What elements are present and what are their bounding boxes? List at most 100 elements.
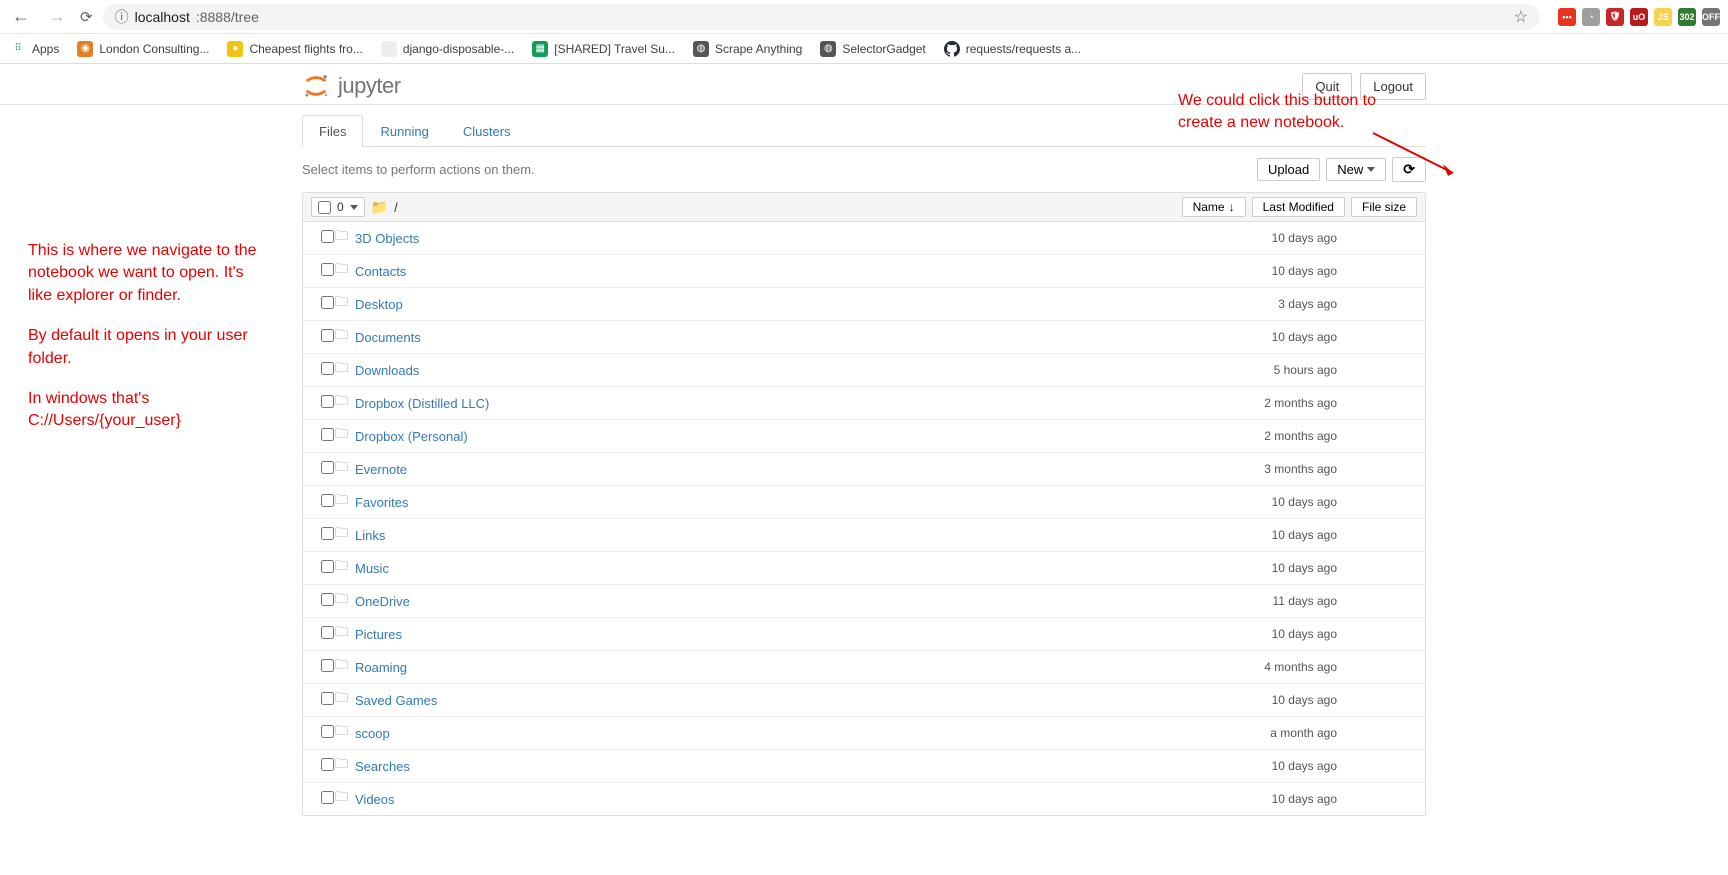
folder-icon: 🗀 (335, 260, 355, 282)
extension-icon[interactable]: JS (1654, 8, 1672, 26)
bookmarks-bar: ⠿Apps ◉London Consulting... ●Cheapest flig… (0, 34, 1728, 64)
folder-link[interactable]: Pictures (355, 627, 402, 642)
folder-link[interactable]: scoop (355, 726, 390, 741)
folder-link[interactable]: Desktop (355, 297, 403, 312)
row-modified: 10 days ago (1217, 759, 1357, 773)
extension-icon[interactable]: ••• (1558, 8, 1576, 26)
upload-button[interactable]: Upload (1257, 158, 1320, 181)
select-all-checkbox[interactable] (318, 201, 331, 214)
address-bar[interactable]: ⓘ localhost:8888/tree ☆ (103, 4, 1540, 30)
folder-icon: 🗀 (335, 491, 355, 513)
row-checkbox[interactable] (321, 692, 334, 705)
bookmark-icon: ◍ (820, 41, 836, 57)
bookmark-item[interactable]: requests/requests a... (944, 41, 1081, 57)
bookmark-item[interactable]: django-disposable-... (381, 41, 514, 57)
row-modified: 10 days ago (1217, 528, 1357, 542)
bookmark-star-icon[interactable]: ☆ (1514, 7, 1528, 27)
folder-link[interactable]: OneDrive (355, 594, 410, 609)
tab-clusters[interactable]: Clusters (446, 115, 528, 147)
row-checkbox[interactable] (321, 626, 334, 639)
bookmark-item[interactable]: ▦[SHARED] Travel Su... (532, 41, 675, 57)
browser-toolbar: ← → ⟳ ⓘ localhost:8888/tree ☆ ••• ◔ 🛡 uO JS 3… (0, 0, 1728, 34)
extension-icon[interactable]: uO (1630, 8, 1648, 26)
folder-link[interactable]: Links (355, 528, 385, 543)
row-modified: 10 days ago (1217, 495, 1357, 509)
folder-icon: 🗀 (335, 722, 355, 744)
folder-icon[interactable]: 📁 (371, 199, 388, 216)
tab-running[interactable]: Running (363, 115, 445, 147)
file-toolbar: Select items to perform actions on them.… (302, 147, 1426, 192)
folder-link[interactable]: Searches (355, 759, 410, 774)
row-checkbox[interactable] (321, 791, 334, 804)
row-modified: 10 days ago (1217, 231, 1357, 245)
forward-button[interactable]: → (44, 6, 70, 27)
folder-link[interactable]: Evernote (355, 462, 407, 477)
row-checkbox[interactable] (321, 263, 334, 276)
folder-link[interactable]: Dropbox (Distilled LLC) (355, 396, 489, 411)
bookmark-icon: ● (227, 41, 243, 57)
extension-icons: ••• ◔ 🛡 uO JS 302 OFF (1550, 8, 1720, 26)
bookmark-item[interactable]: ●Cheapest flights fro... (227, 41, 362, 57)
file-row: 🗀Searches10 days ago (303, 750, 1425, 783)
folder-link[interactable]: Contacts (355, 264, 406, 279)
folder-icon: 🗀 (335, 656, 355, 678)
row-checkbox[interactable] (321, 758, 334, 771)
bookmark-item[interactable]: ◉London Consulting... (77, 41, 209, 57)
bookmark-item[interactable]: ⠿Apps (10, 41, 59, 57)
row-checkbox[interactable] (321, 329, 334, 342)
extension-icon[interactable]: 🛡 (1606, 8, 1624, 26)
select-all-control[interactable]: 0 (311, 197, 365, 217)
folder-link[interactable]: Downloads (355, 363, 419, 378)
extension-icon[interactable]: 302 (1678, 8, 1696, 26)
folder-icon: 🗀 (335, 392, 355, 414)
bookmark-label: requests/requests a... (966, 42, 1081, 56)
folder-icon: 🗀 (335, 557, 355, 579)
row-checkbox[interactable] (321, 659, 334, 672)
row-checkbox[interactable] (321, 428, 334, 441)
row-checkbox[interactable] (321, 230, 334, 243)
folder-link[interactable]: Roaming (355, 660, 407, 675)
extension-icon[interactable]: ◔ (1582, 8, 1600, 26)
breadcrumb-path[interactable]: / (394, 200, 398, 215)
row-modified: 11 days ago (1217, 594, 1357, 608)
bookmark-item[interactable]: ◍SelectorGadget (820, 41, 925, 57)
folder-link[interactable]: Videos (355, 792, 395, 807)
row-checkbox[interactable] (321, 494, 334, 507)
row-checkbox[interactable] (321, 560, 334, 573)
row-checkbox[interactable] (321, 461, 334, 474)
jupyter-logo[interactable]: jupyter (302, 72, 401, 100)
row-checkbox[interactable] (321, 593, 334, 606)
reload-button[interactable]: ⟳ (80, 8, 93, 26)
row-checkbox[interactable] (321, 395, 334, 408)
folder-link[interactable]: Dropbox (Personal) (355, 429, 468, 444)
folder-icon: 🗀 (335, 689, 355, 711)
bookmark-label: [SHARED] Travel Su... (554, 42, 675, 56)
row-checkbox[interactable] (321, 725, 334, 738)
row-modified: 10 days ago (1217, 792, 1357, 806)
extension-icon[interactable]: OFF (1702, 8, 1720, 26)
bookmark-icon: ◍ (693, 41, 709, 57)
folder-icon: 🗀 (335, 227, 355, 249)
sort-modified-button[interactable]: Last Modified (1252, 197, 1345, 217)
bookmark-item[interactable]: ◍Scrape Anything (693, 41, 802, 57)
folder-link[interactable]: Saved Games (355, 693, 437, 708)
row-checkbox[interactable] (321, 296, 334, 309)
file-row: 🗀Documents10 days ago (303, 321, 1425, 354)
folder-link[interactable]: Documents (355, 330, 421, 345)
row-modified: 3 days ago (1217, 297, 1357, 311)
tab-files[interactable]: Files (302, 115, 363, 147)
folder-link[interactable]: Favorites (355, 495, 408, 510)
annotation-left: This is where we navigate to the noteboo… (28, 240, 268, 451)
folder-link[interactable]: Music (355, 561, 389, 576)
row-modified: 10 days ago (1217, 330, 1357, 344)
row-checkbox[interactable] (321, 362, 334, 375)
sort-name-button[interactable]: Name ↓ (1182, 197, 1246, 217)
new-button[interactable]: New (1326, 158, 1386, 181)
folder-link[interactable]: 3D Objects (355, 231, 419, 246)
refresh-button[interactable]: ⟳ (1392, 157, 1426, 182)
row-modified: 2 months ago (1217, 396, 1357, 410)
back-button[interactable]: ← (8, 6, 34, 27)
sort-size-button[interactable]: File size (1351, 197, 1417, 217)
folder-icon: 🗀 (335, 458, 355, 480)
row-checkbox[interactable] (321, 527, 334, 540)
